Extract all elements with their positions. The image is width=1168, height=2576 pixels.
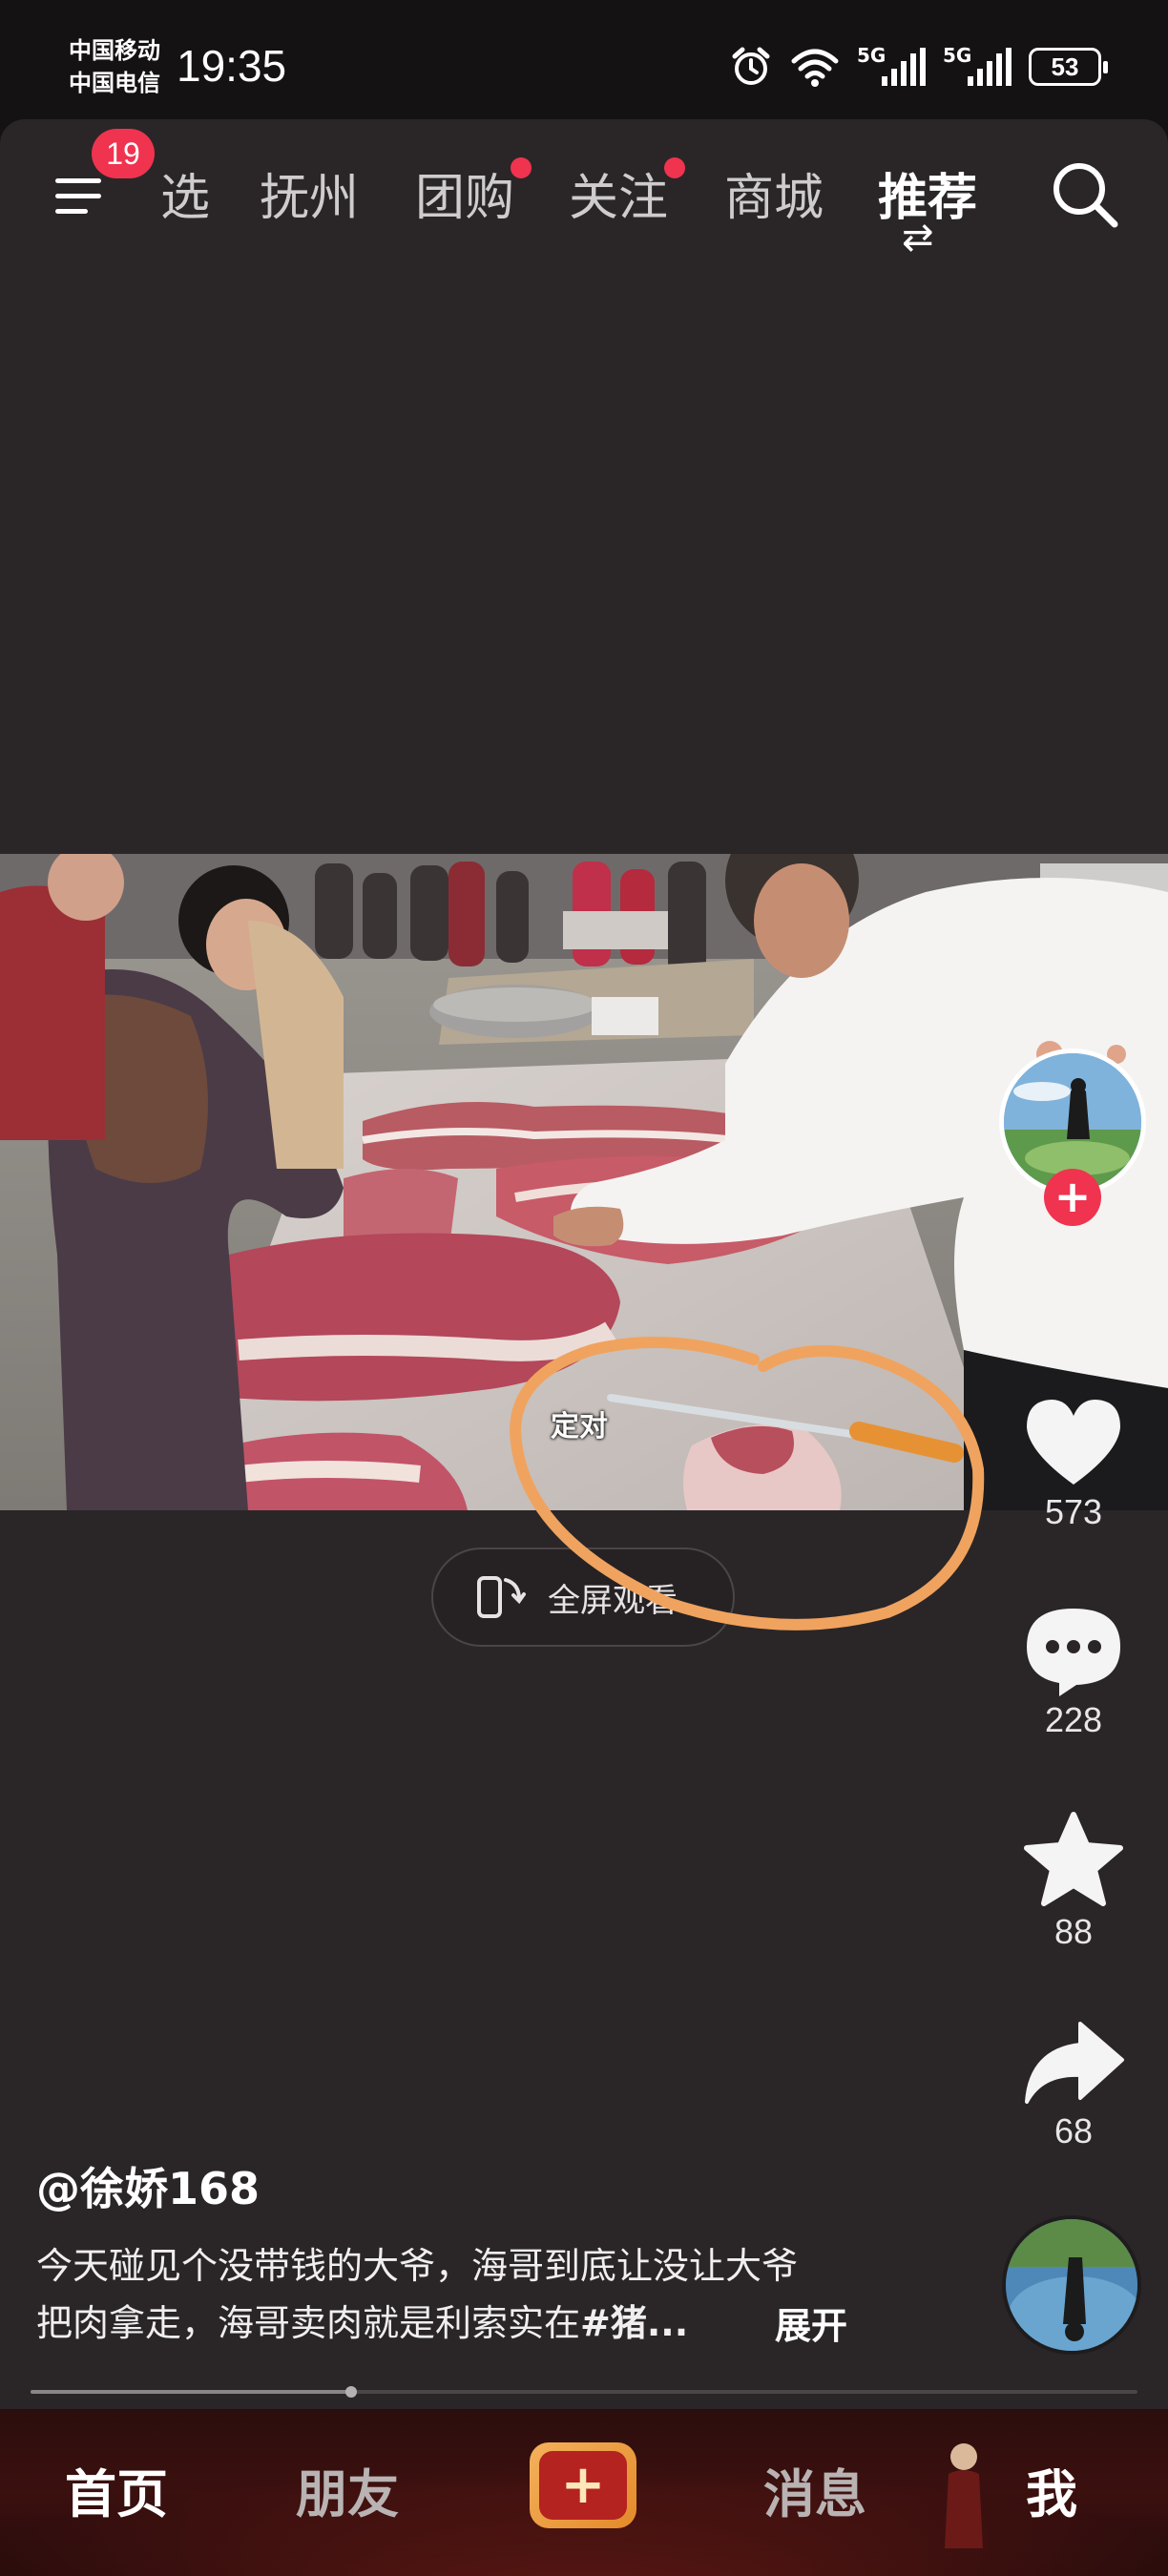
comment-button[interactable]: 228 [1012,1603,1136,1740]
plus-icon: + [539,2451,627,2520]
festive-figure-icon [945,2443,983,2548]
alarm-icon [732,47,770,85]
tab-dot [664,157,686,178]
tab-group-buy[interactable]: 团购 [415,157,532,229]
video-description[interactable]: 今天碰见个没带钱的大爷，海哥到底让没让大爷 把肉拿走，海哥卖肉就是利索实在#猪.… [36,2237,895,2352]
tab-label: 选 [160,170,211,227]
menu-button[interactable] [50,165,107,222]
description-line-1: 今天碰见个没带钱的大爷，海哥到底让没让大爷 [36,2245,799,2287]
tab-label: 商城 [724,170,824,227]
fullscreen-label: 全屏观看 [548,1581,678,1620]
description-line-2: 把肉拿走，海哥卖肉就是利索实在#猪... [36,2295,895,2352]
nav-friends[interactable]: 朋友 [296,2452,399,2527]
tab-following[interactable]: 关注 [569,157,686,229]
tab-dot [511,157,532,178]
favorite-button[interactable]: 88 [1012,1811,1136,1952]
music-disc[interactable] [1002,2215,1141,2355]
share-count: 68 [1053,2111,1094,2150]
bottom-nav: 首页 朋友 + 消息 我 [0,2409,1168,2576]
share-button[interactable]: 68 [1012,2018,1136,2151]
follow-button[interactable]: + [1044,1169,1101,1226]
author-name[interactable]: @徐娇168 [36,2154,260,2217]
video-progress-bar[interactable] [31,2386,1137,2398]
video-overlay-text: 定对 [551,1410,608,1444]
nav-home[interactable]: 首页 [65,2452,168,2527]
tab-fuzhou[interactable]: 抚州 [260,157,359,229]
nav-messages[interactable]: 消息 [763,2452,866,2527]
sim2-signal-icon: 5G [943,44,1012,86]
share-arrow-icon [1025,2022,1124,2104]
heart-icon [1027,1400,1120,1485]
nav-me[interactable]: 我 [1026,2452,1077,2527]
sim2-label: 5G [943,44,972,67]
search-icon[interactable] [1048,157,1120,230]
tab-featured[interactable]: 选 [160,157,210,229]
carrier-info: 中国移动 中国电信 [69,34,160,99]
comment-count: 228 [1044,1700,1103,1739]
wifi-icon [791,49,839,87]
tab-label: 团购 [415,170,515,227]
comment-icon [1027,1609,1120,1696]
tab-mall[interactable]: 商城 [724,157,824,229]
status-time: 19:35 [177,41,287,91]
tab-label: 关注 [569,170,669,227]
sim1-signal-icon: 5G [857,44,926,86]
create-button[interactable]: + [530,2442,636,2528]
menu-badge: 19 [92,129,155,178]
top-nav: 19 选 抚州 团购 关注 商城 推荐 ⇄ [0,119,1168,262]
hashtag[interactable]: #猪... [580,2302,688,2344]
description-line-2-text: 把肉拿走，海哥卖肉就是利索实在 [36,2302,581,2344]
tab-label: 抚州 [260,170,360,227]
like-button[interactable]: 573 [1012,1395,1136,1532]
fullscreen-button[interactable]: 全屏观看 [431,1548,735,1647]
star-icon [1024,1812,1123,1906]
carrier-2: 中国电信 [69,70,160,96]
favorite-count: 88 [1053,1912,1094,1951]
rotate-phone-icon [477,1576,526,1618]
like-count: 573 [1044,1492,1103,1531]
expand-button[interactable]: 展开 [775,2296,847,2349]
status-icons: 5G 5G 53 [729,40,1108,93]
battery-icon: 53 [1029,48,1108,86]
progress-fill [31,2390,352,2394]
status-bar: 中国移动 中国电信 19:35 5G 5G 53 [0,0,1168,119]
swap-icon: ⇄ [902,216,934,260]
carrier-1: 中国移动 [69,37,160,64]
sim1-label: 5G [857,44,886,67]
